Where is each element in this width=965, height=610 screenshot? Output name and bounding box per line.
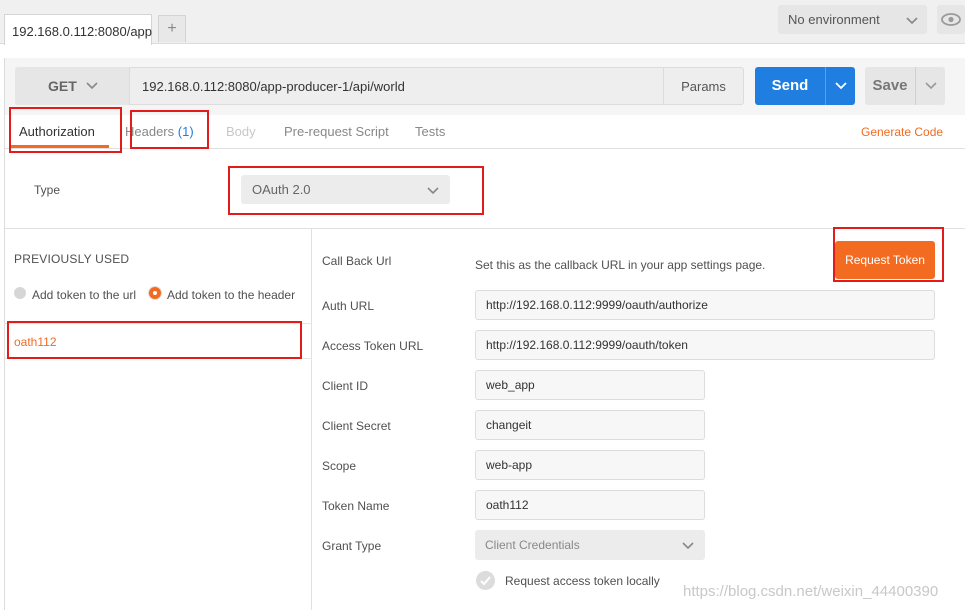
- eye-icon: [941, 13, 961, 26]
- request-locally-checkbox[interactable]: [476, 571, 495, 590]
- grant-type-value: Client Credentials: [485, 538, 580, 552]
- environment-label: No environment: [788, 12, 880, 27]
- save-button[interactable]: Save: [865, 67, 915, 105]
- annotation-box-auth-type: [228, 166, 484, 215]
- auth-type-label: Type: [34, 183, 61, 197]
- params-button[interactable]: Params: [663, 67, 744, 105]
- chevron-down-icon: [86, 82, 98, 90]
- callback-url-hint: Set this as the callback URL in your app…: [475, 258, 766, 272]
- environment-quicklook-button[interactable]: [937, 5, 965, 34]
- tab-tests[interactable]: Tests: [415, 118, 445, 148]
- radio-add-token-url[interactable]: [14, 287, 26, 299]
- grant-type-select[interactable]: Client Credentials: [475, 530, 705, 560]
- radio-add-token-url-label: Add token to the url: [32, 288, 137, 302]
- scope-input[interactable]: web-app: [475, 450, 705, 480]
- access-token-url-input[interactable]: http://192.168.0.112:9999/oauth/token: [475, 330, 935, 360]
- callback-url-label: Call Back Url: [322, 254, 392, 268]
- generate-code-link[interactable]: Generate Code: [861, 125, 943, 139]
- checkmark-icon: [480, 576, 491, 586]
- url-input[interactable]: 192.168.0.112:8080/app-producer-1/api/wo…: [129, 67, 664, 105]
- tab-pre-request-script[interactable]: Pre-request Script: [284, 118, 389, 148]
- chevron-down-icon: [925, 82, 937, 90]
- token-name-input[interactable]: oath112: [475, 490, 705, 520]
- token-list-panel: [5, 229, 312, 610]
- method-label: GET: [48, 78, 77, 94]
- save-options-button[interactable]: [915, 67, 945, 105]
- auth-url-input[interactable]: http://192.168.0.112:9999/oauth/authoriz…: [475, 290, 935, 320]
- tab-body[interactable]: Body: [226, 118, 256, 148]
- annotation-box-authorization: [9, 107, 122, 153]
- grant-type-label: Grant Type: [322, 539, 382, 553]
- method-select[interactable]: GET: [15, 67, 129, 105]
- previously-used-heading: PREVIOUSLY USED: [14, 252, 130, 266]
- chevron-down-icon: [835, 82, 847, 90]
- radio-add-token-header[interactable]: [149, 287, 161, 299]
- send-options-button[interactable]: [825, 67, 855, 105]
- annotation-box-request-token: [833, 227, 944, 282]
- client-id-label: Client ID: [322, 379, 369, 393]
- chevron-down-icon: [906, 17, 918, 25]
- request-locally-label: Request access token locally: [505, 574, 660, 588]
- client-secret-label: Client Secret: [322, 419, 391, 433]
- client-secret-input[interactable]: changeit: [475, 410, 705, 440]
- send-button[interactable]: Send: [755, 67, 825, 105]
- annotation-box-token: [7, 321, 302, 359]
- watermark: https://blog.csdn.net/weixin_44400390: [683, 583, 939, 600]
- client-id-input[interactable]: web_app: [475, 370, 705, 400]
- radio-add-token-header-label: Add token to the header: [167, 288, 296, 302]
- annotation-box-headers: [130, 110, 209, 149]
- auth-url-label: Auth URL: [322, 299, 375, 313]
- environment-select[interactable]: No environment: [778, 5, 927, 34]
- token-name-label: Token Name: [322, 499, 390, 513]
- new-tab-button[interactable]: +: [158, 15, 186, 42]
- access-token-url-label: Access Token URL: [322, 339, 424, 353]
- scope-label: Scope: [322, 459, 357, 473]
- chevron-down-icon: [682, 542, 694, 550]
- request-tab[interactable]: 192.168.0.112:8080/app: [4, 14, 152, 45]
